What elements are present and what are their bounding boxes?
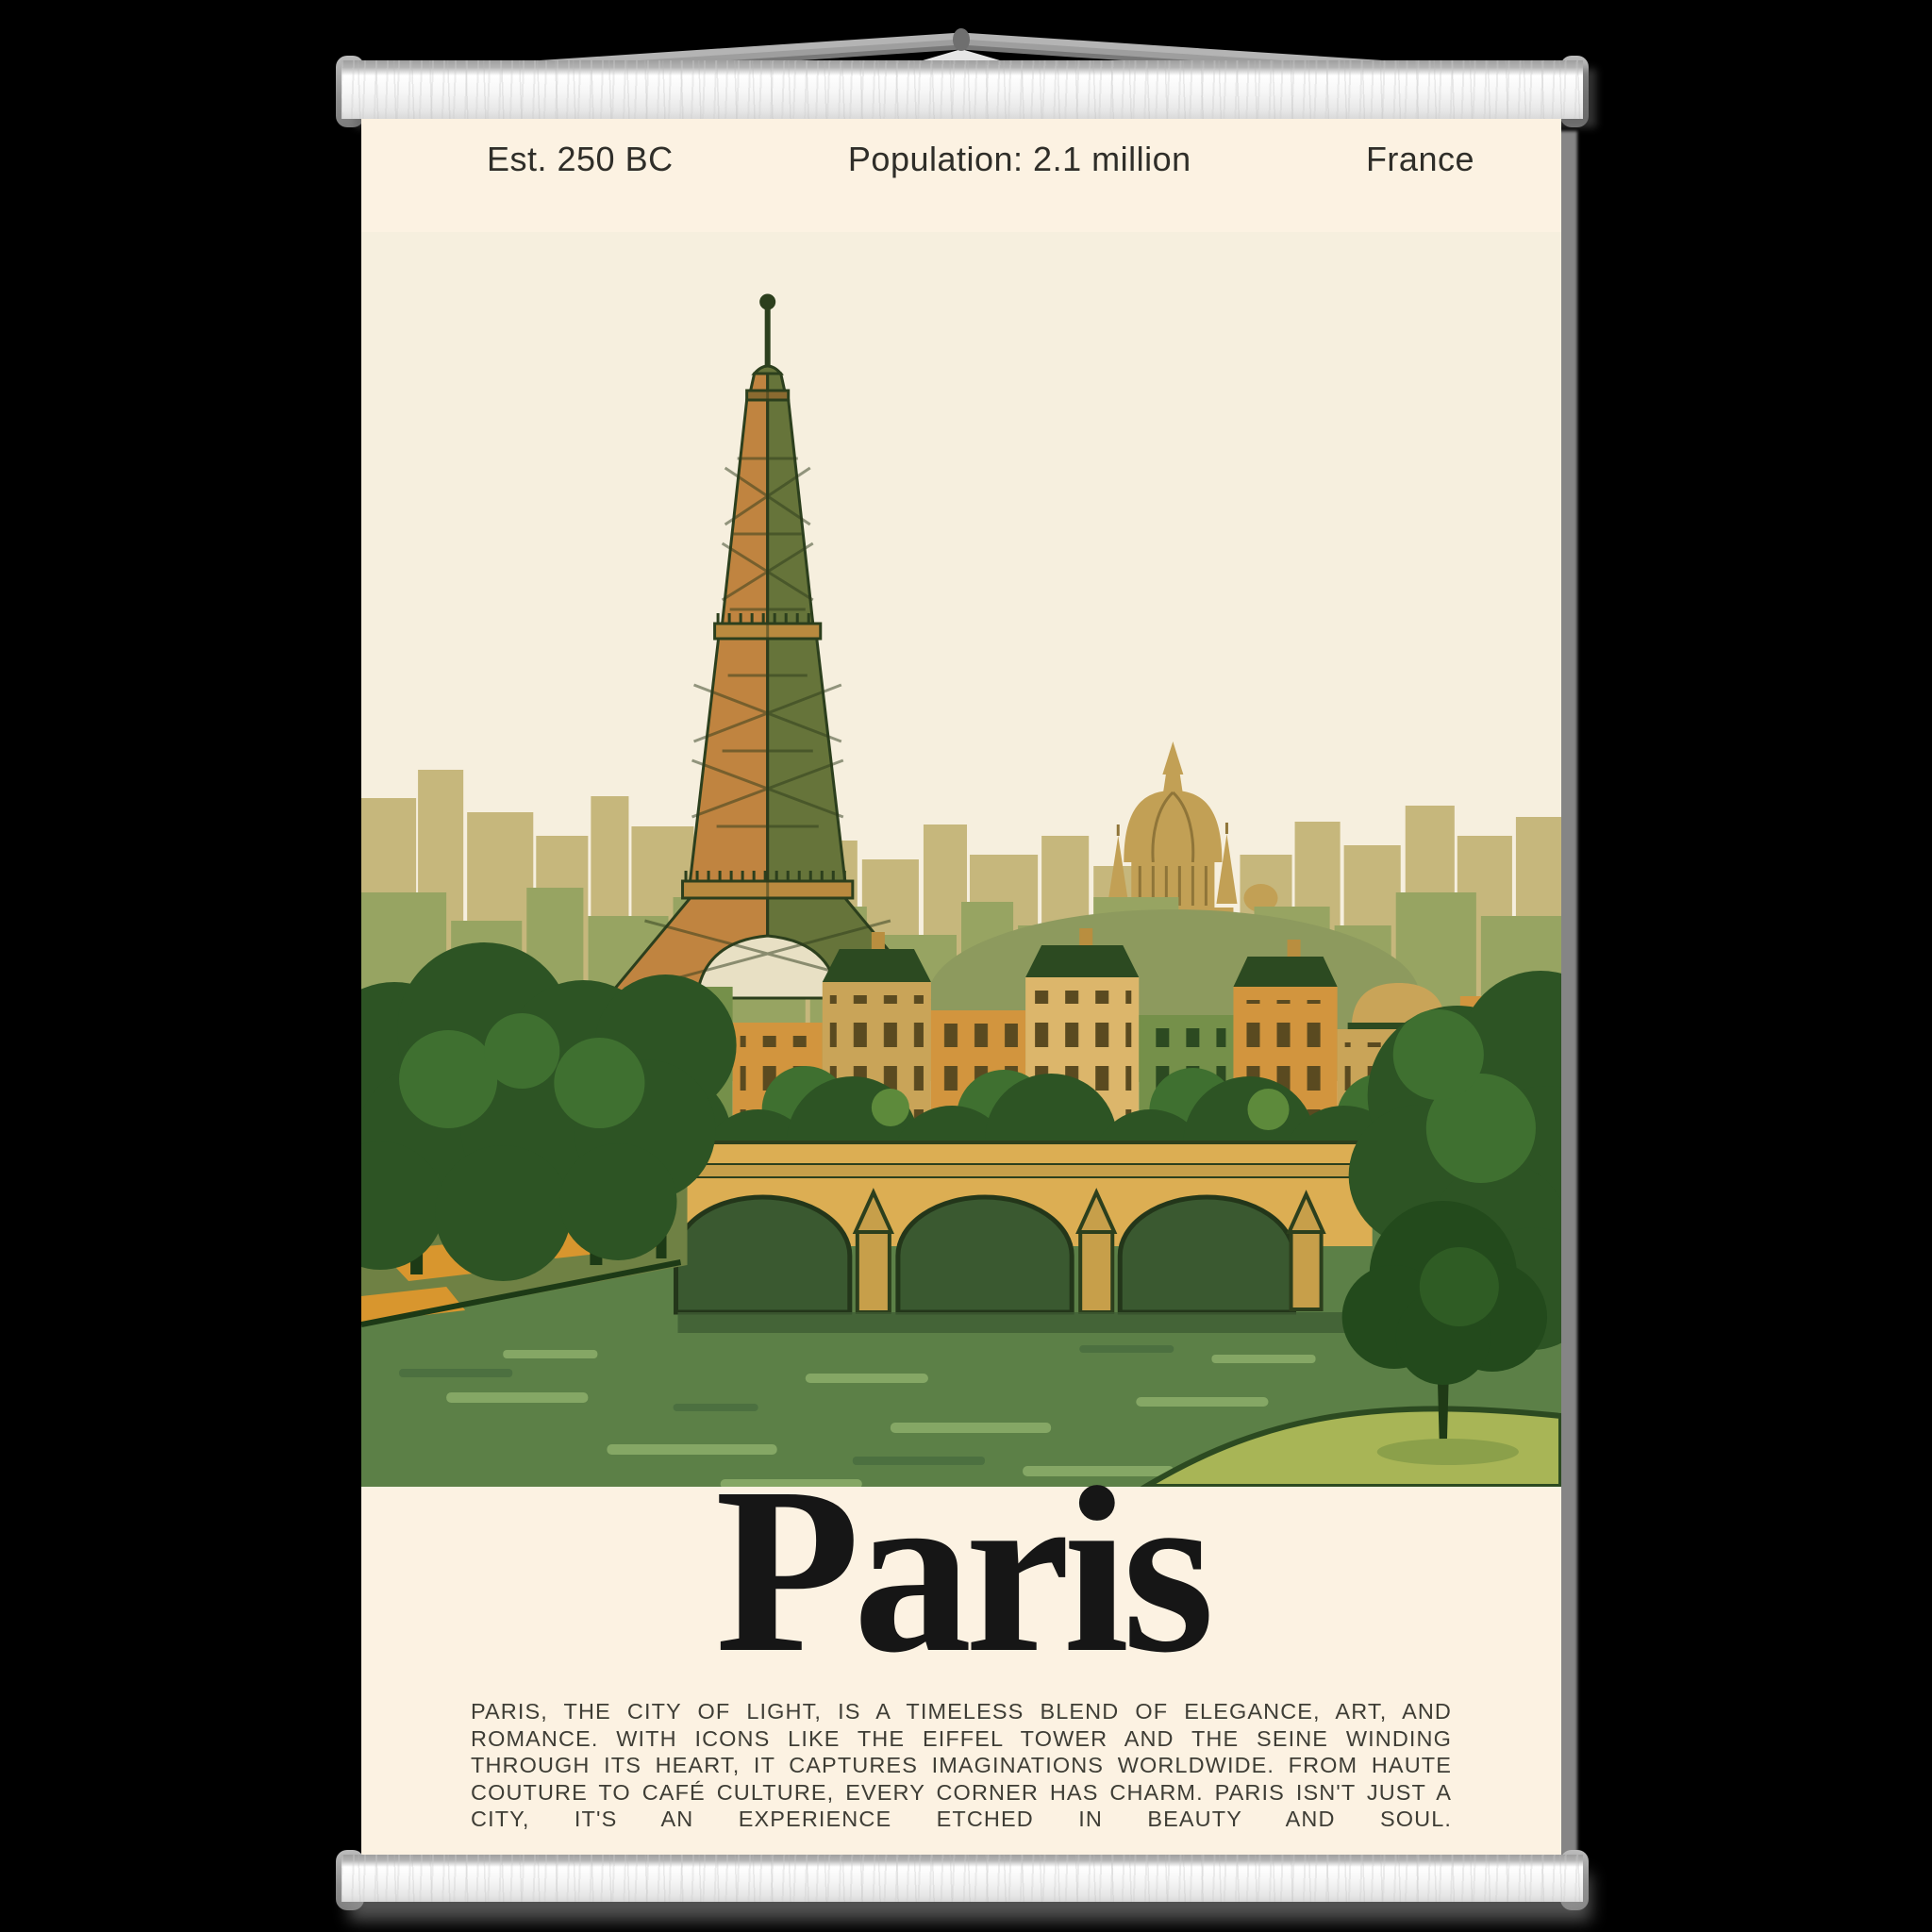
paris-travel-poster: Est. 250 BC Population: 2.1 million Fran… [361, 119, 1561, 1855]
established-label: Est. 250 BC [487, 140, 674, 179]
cord-knot [953, 28, 970, 51]
rail-wood-bar [341, 60, 1583, 119]
top-hanger-rail [341, 60, 1583, 119]
population-label: Population: 2.1 million [848, 140, 1191, 179]
city-title: Paris [361, 1451, 1561, 1689]
bridge [588, 1142, 1372, 1312]
rail-wood-bar [341, 1855, 1583, 1902]
country-label: France [1366, 140, 1474, 179]
bottom-hanger-rail [341, 1855, 1583, 1902]
poster-header: Est. 250 BC Population: 2.1 million Fran… [487, 140, 1474, 179]
paris-cityscape-illustration [361, 232, 1561, 1487]
product-photo-stage: Est. 250 BC Population: 2.1 million Fran… [0, 0, 1932, 1932]
city-description: PARIS, THE CITY OF LIGHT, IS A TIMELESS … [471, 1698, 1452, 1833]
